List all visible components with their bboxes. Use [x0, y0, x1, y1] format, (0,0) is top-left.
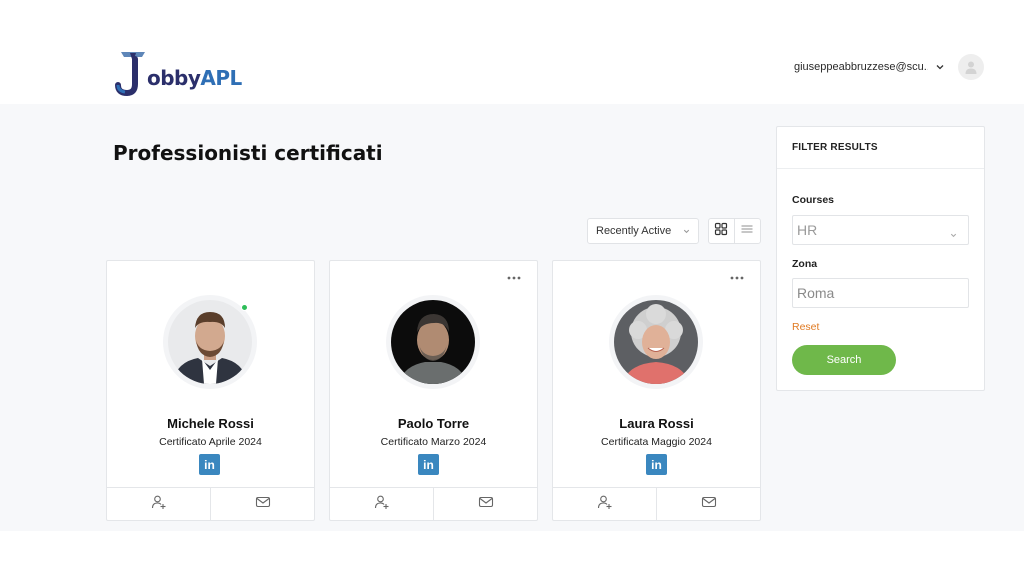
- user-plus-icon: [597, 494, 613, 515]
- logo-wordmark: obbyAPL: [147, 66, 242, 90]
- add-friend-button[interactable]: [107, 488, 211, 521]
- card-actions: [553, 487, 760, 521]
- logo-mark: [115, 50, 151, 97]
- chevron-down-icon: [949, 227, 958, 243]
- courses-select[interactable]: HR: [792, 215, 969, 245]
- user-plus-icon: [374, 494, 390, 515]
- member-photo[interactable]: [614, 300, 698, 384]
- filter-panel: FILTER RESULTS Courses HR Zona Reset Sea…: [776, 126, 985, 391]
- member-name[interactable]: Michele Rossi: [107, 416, 314, 431]
- page-title: Professionisti certificati: [113, 141, 383, 165]
- card-actions: [330, 487, 537, 521]
- member-card: Laura Rossi Certificata Maggio 2024 in: [552, 260, 761, 521]
- mail-icon: [478, 494, 494, 515]
- message-button[interactable]: [657, 488, 760, 521]
- filter-title: FILTER RESULTS: [792, 142, 878, 153]
- member-card: Michele Rossi Certificato Aprile 2024 in: [106, 260, 315, 521]
- linkedin-icon[interactable]: in: [418, 454, 439, 475]
- mail-icon: [255, 494, 271, 515]
- user-email[interactable]: giuseppeabbruzzese@scu...: [794, 61, 928, 73]
- user-menu: giuseppeabbruzzese@scu...: [794, 53, 984, 81]
- user-avatar-icon[interactable]: [958, 54, 984, 80]
- add-friend-button[interactable]: [553, 488, 657, 521]
- more-horizontal-icon[interactable]: [728, 271, 746, 285]
- search-button[interactable]: Search: [792, 345, 896, 375]
- user-plus-icon: [151, 494, 167, 515]
- grid-icon: [714, 222, 728, 241]
- logo-wordmark-part2: APL: [200, 66, 242, 90]
- list-view-button[interactable]: [735, 219, 760, 243]
- member-name[interactable]: Paolo Torre: [330, 416, 537, 431]
- member-certification: Certificato Marzo 2024: [380, 436, 487, 448]
- member-certification: Certificata Maggio 2024: [601, 436, 712, 448]
- courses-select-value: HR: [797, 222, 818, 238]
- more-horizontal-icon[interactable]: [505, 271, 523, 285]
- top-header: obbyAPL giuseppeabbruzzese@scu...: [0, 0, 1024, 104]
- message-button[interactable]: [434, 488, 537, 521]
- member-photo[interactable]: [391, 300, 475, 384]
- view-toggle: [708, 218, 761, 244]
- member-name[interactable]: Laura Rossi: [553, 416, 760, 431]
- bottom-strip: [0, 531, 1024, 567]
- online-status-dot: [241, 304, 248, 311]
- sort-select[interactable]: Recently Active: [587, 218, 699, 244]
- courses-label: Courses: [792, 194, 835, 206]
- zona-label: Zona: [792, 258, 818, 270]
- card-actions: [107, 487, 314, 521]
- chevron-down-icon[interactable]: [934, 61, 946, 73]
- member-card: Paolo Torre Certificato Marzo 2024 in: [329, 260, 538, 521]
- linkedin-icon[interactable]: in: [199, 454, 220, 475]
- filter-divider: [777, 168, 984, 169]
- grid-view-button[interactable]: [709, 219, 735, 243]
- mail-icon: [701, 494, 717, 515]
- reset-link[interactable]: Reset: [792, 321, 819, 333]
- logo-wordmark-part1: obby: [147, 66, 201, 90]
- sort-select-value: Recently Active: [596, 225, 672, 237]
- member-photo-frame: [609, 295, 703, 389]
- linkedin-icon[interactable]: in: [646, 454, 667, 475]
- message-button[interactable]: [211, 488, 314, 521]
- list-icon: [740, 222, 754, 241]
- site-logo[interactable]: obbyAPL: [115, 50, 242, 97]
- member-photo-frame: [386, 295, 480, 389]
- zona-input[interactable]: [792, 278, 969, 308]
- chevron-down-icon: [682, 227, 691, 239]
- member-certification: Certificato Aprile 2024: [159, 436, 262, 448]
- member-photo[interactable]: [168, 300, 252, 384]
- add-friend-button[interactable]: [330, 488, 434, 521]
